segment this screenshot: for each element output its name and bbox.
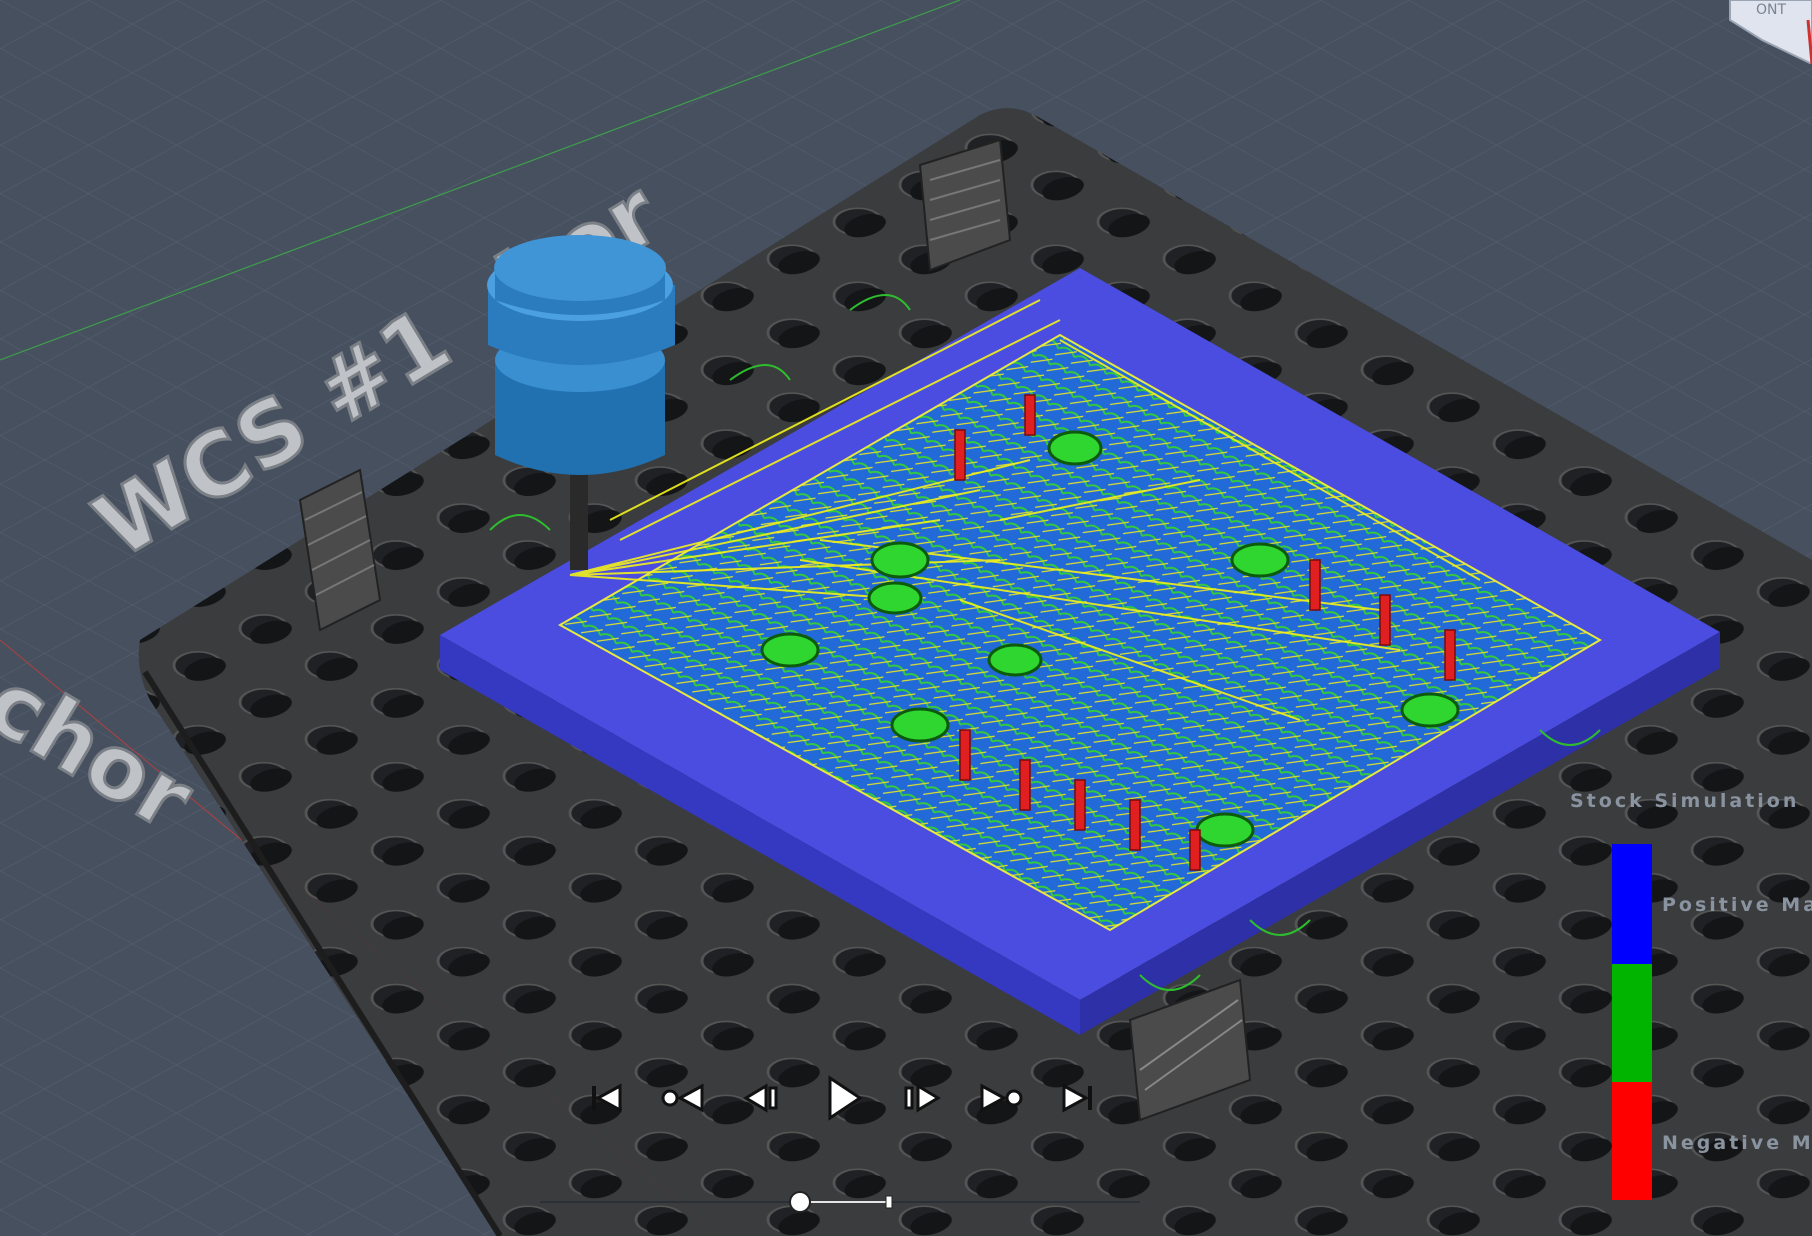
step-back-button[interactable] <box>736 1070 788 1126</box>
skip-to-start-icon <box>592 1083 622 1113</box>
legend-negative-bar <box>1612 1082 1652 1200</box>
previous-marker-icon <box>661 1083 704 1113</box>
viewcube-face-label: ONT <box>1756 2 1786 18</box>
legend-positive-bar <box>1612 844 1652 964</box>
next-operation-button[interactable] <box>974 1070 1026 1126</box>
timeline-slider[interactable] <box>540 1190 1140 1214</box>
previous-operation-button[interactable] <box>658 1070 710 1126</box>
simulation-scene[interactable]: WCS #1 hor chor <box>0 0 1812 1236</box>
viewcube[interactable]: ONT <box>1722 0 1812 66</box>
go-to-start-button[interactable] <box>580 1070 632 1126</box>
next-marker-icon <box>980 1083 1023 1113</box>
legend-neutral-bar <box>1612 964 1652 1082</box>
legend-positive-label: Positive Mat <box>1662 894 1812 916</box>
step-forward-button[interactable] <box>896 1070 948 1126</box>
timeline-handle[interactable] <box>789 1191 811 1213</box>
go-to-end-button[interactable] <box>1052 1070 1104 1126</box>
play-icon <box>828 1075 863 1121</box>
playback-controls <box>580 1070 1120 1126</box>
step-forward-icon <box>904 1083 941 1113</box>
stock-simulation-legend: Stock Simulation Positive Mat Negative M… <box>1570 790 1812 1210</box>
play-button[interactable] <box>816 1070 868 1126</box>
step-back-icon <box>743 1083 778 1113</box>
legend-title: Stock Simulation <box>1570 790 1800 812</box>
legend-negative-label: Negative Mat <box>1662 1132 1812 1154</box>
timeline-marker[interactable] <box>885 1195 893 1209</box>
skip-to-end-icon <box>1062 1083 1092 1113</box>
3d-viewport[interactable]: WCS #1 hor chor <box>0 0 1812 1236</box>
